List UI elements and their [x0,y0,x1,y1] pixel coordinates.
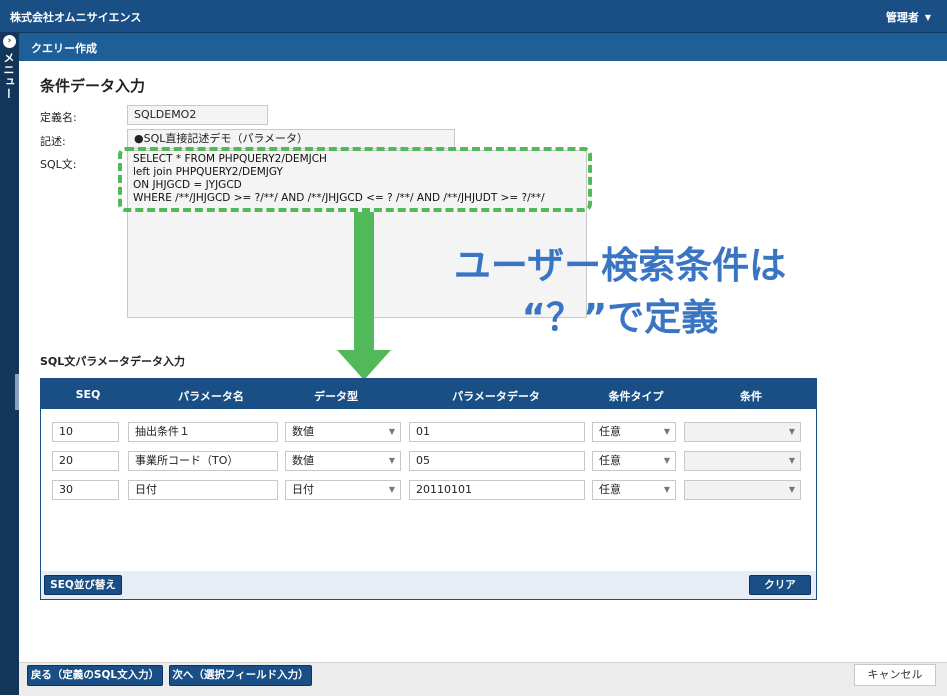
chevron-down-icon: ▼ [663,485,670,494]
col-header-condition-type: 条件タイプ [608,390,664,403]
param-name-input[interactable]: 事業所コード（TO） [128,451,278,471]
annotation-arrow-head [337,350,391,380]
clear-button[interactable]: クリア [749,575,811,595]
chevron-down-icon: ▼ [388,427,395,436]
description-field[interactable]: ●SQL直接記述デモ（パラメータ） [127,129,455,149]
col-header-param-name: パラメータ名 [178,390,244,403]
data-type-select[interactable]: 日付 ▼ [285,480,401,500]
chevron-down-icon: ▼ [788,485,795,494]
definition-name-label: 定義名: [40,111,77,124]
condition-type-value: 任意 [599,425,621,438]
condition-type-select[interactable]: 任意 ▼ [592,480,676,500]
side-menu-strip[interactable]: › メニュー [0,32,19,695]
seq-input[interactable]: 10 [52,422,119,442]
seq-input[interactable]: 20 [52,451,119,471]
param-name-input[interactable]: 抽出条件１ [128,422,278,442]
param-data-input[interactable]: 20110101 [409,480,585,500]
chevron-down-icon: ▼ [663,456,670,465]
col-header-condition: 条件 [740,390,762,403]
top-bar: 株式会社オムニサイエンス 管理者 ▼ [0,0,947,32]
sql-label: SQL文: [40,158,77,171]
chevron-down-icon: ▼ [663,427,670,436]
condition-select[interactable]: ▼ [684,451,801,471]
back-button[interactable]: 戻る（定義のSQL文入力） [27,665,163,686]
sql-highlight-box [118,147,592,212]
condition-type-value: 任意 [599,483,621,496]
condition-select[interactable]: ▼ [684,422,801,442]
chevron-down-icon: ▼ [388,456,395,465]
col-header-param-data: パラメータデータ [452,390,540,403]
chevron-down-icon: ▼ [788,427,795,436]
sub-header-title: クエリー作成 [31,42,97,55]
chevron-down-icon: ▼ [924,12,931,22]
chevron-right-icon[interactable]: › [3,35,16,48]
param-grid-header: SEQ パラメータ名 データ型 パラメータデータ 条件タイプ 条件 [41,379,816,409]
param-grid-footer [41,571,816,599]
callout-line-2: “？”で定義 [521,296,719,339]
param-data-input[interactable]: 05 [409,451,585,471]
data-type-select[interactable]: 数値 ▼ [285,451,401,471]
data-type-value: 数値 [292,454,314,467]
admin-label: 管理者 [885,11,919,24]
condition-type-value: 任意 [599,454,621,467]
condition-type-select[interactable]: 任意 ▼ [592,422,676,442]
condition-select[interactable]: ▼ [684,480,801,500]
next-button[interactable]: 次へ（選択フィールド入力） [169,665,312,686]
seq-sort-button[interactable]: SEQ並び替え [44,575,122,595]
condition-type-select[interactable]: 任意 ▼ [592,451,676,471]
data-type-value: 数値 [292,425,314,438]
callout-line-1: ユーザー検索条件は [453,244,787,287]
menu-label: メニュー [2,52,15,100]
annotation-arrow-shaft [354,212,374,350]
col-header-seq: SEQ [75,388,101,401]
col-header-data-type: データ型 [314,390,358,403]
param-section-title: SQL文パラメータデータ入力 [40,355,185,368]
data-type-select[interactable]: 数値 ▼ [285,422,401,442]
definition-name-field[interactable]: SQLDEMO2 [127,105,268,125]
sub-header: クエリー作成 [19,32,947,61]
chevron-down-icon: ▼ [388,485,395,494]
page-title: 条件データ入力 [40,77,146,95]
collapse-handle[interactable] [15,374,19,410]
description-label: 記述: [40,135,66,148]
param-data-input[interactable]: 01 [409,422,585,442]
company-name: 株式会社オムニサイエンス [10,11,142,24]
chevron-down-icon: ▼ [788,456,795,465]
cancel-button[interactable]: キャンセル [854,664,936,686]
seq-input[interactable]: 30 [52,480,119,500]
data-type-value: 日付 [292,483,314,496]
admin-menu[interactable]: 管理者 ▼ [886,9,931,25]
annotation-callout: ユーザー検索条件は “？”で定義 [400,240,840,344]
param-name-input[interactable]: 日付 [128,480,278,500]
